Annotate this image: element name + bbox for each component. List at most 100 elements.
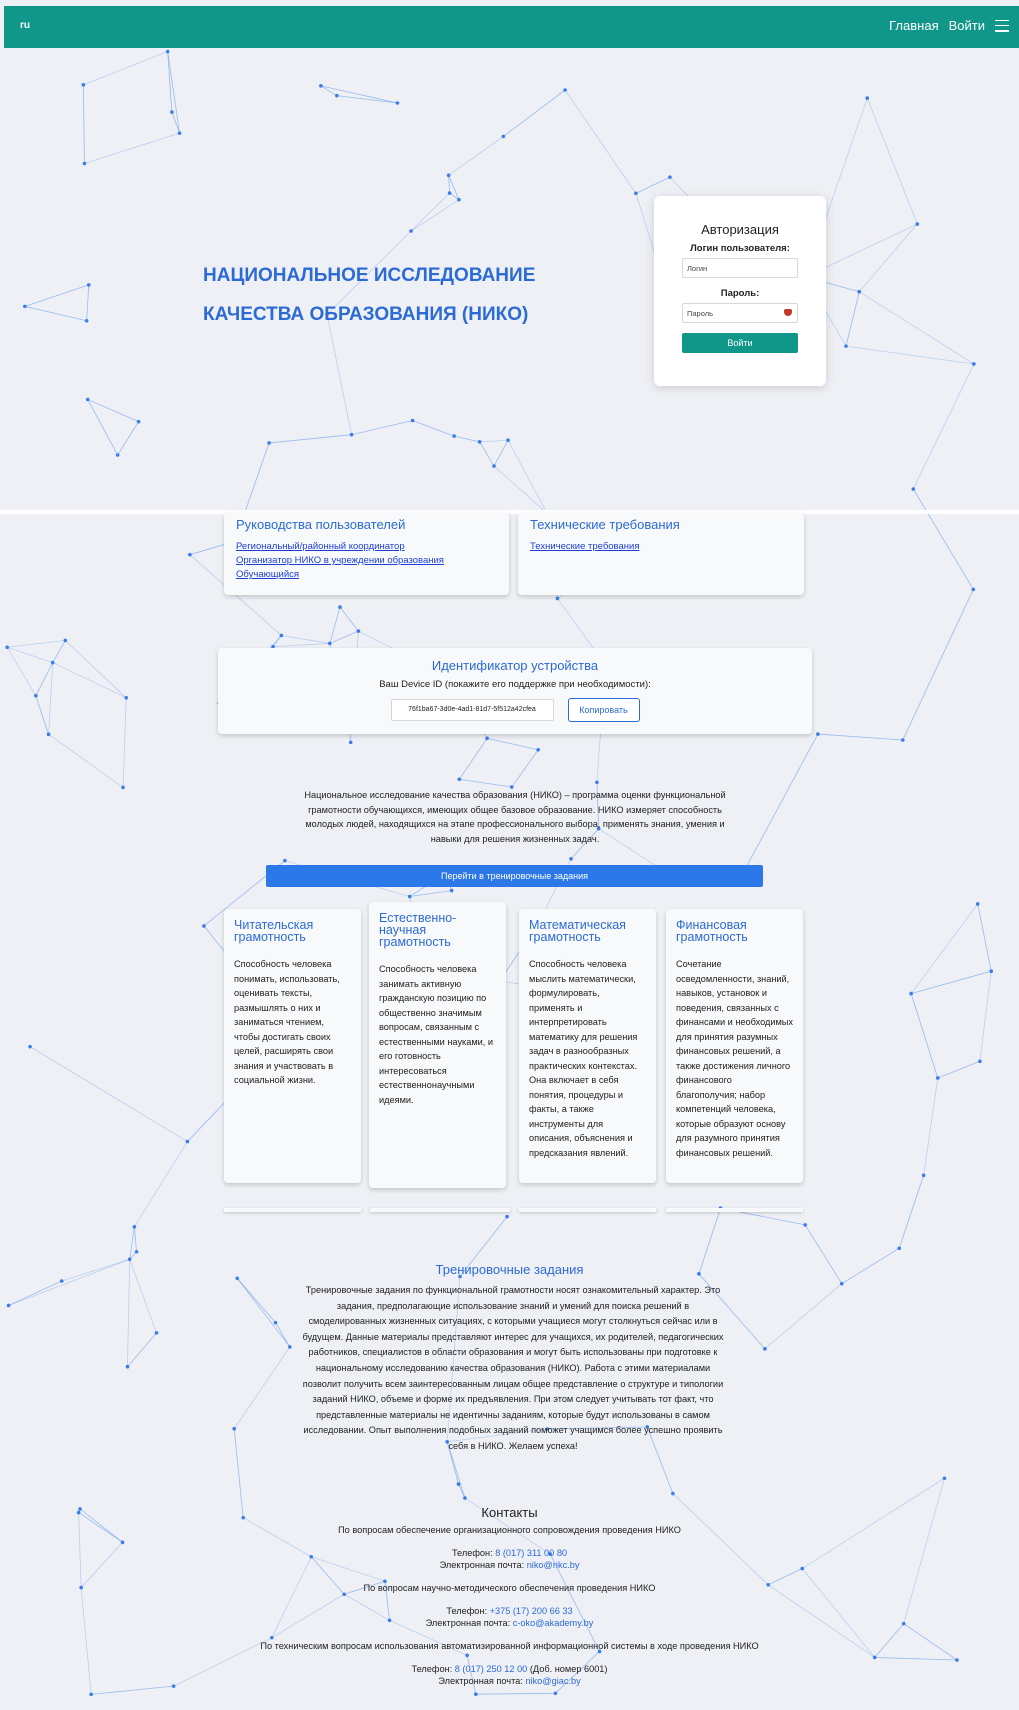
email-label: Электронная почта: [425, 1618, 511, 1628]
network-node [446, 173, 451, 178]
device-id-subtitle: Ваш Device ID (покажите его поддержке пр… [379, 679, 651, 690]
network-line [912, 363, 975, 490]
network-line [817, 733, 903, 741]
copy-button[interactable]: Копировать [567, 698, 640, 722]
network-line [487, 737, 539, 751]
contacts-section: Контакты По вопросам обеспечение организ… [0, 1505, 1019, 1687]
go-to-training-button[interactable]: Перейти в тренировочные задания [266, 865, 763, 887]
network-node [569, 857, 573, 861]
network-line [329, 606, 341, 644]
skill-card-math: Математическая грамотность Способность ч… [519, 909, 656, 1183]
network-node [177, 131, 182, 135]
network-line [911, 970, 992, 994]
guide-link-organizer[interactable]: Организатор НИКО в учреждении образовани… [236, 554, 497, 568]
card-stub [370, 1208, 510, 1212]
network-node [505, 1214, 509, 1219]
device-id-title: Идентификатор устройства [431, 658, 599, 673]
network-line [858, 223, 918, 292]
contact-phone[interactable]: 8 (017) 311 00 80 [495, 1548, 567, 1558]
contact-email[interactable]: c-oko@akademy.by [513, 1618, 594, 1628]
network-line [412, 420, 455, 437]
password-input[interactable]: Пароль [682, 303, 798, 323]
network-node [202, 924, 206, 928]
network-line [475, 1692, 556, 1695]
guide-link-student[interactable]: Обучающийся [236, 568, 497, 582]
guide-link-coordinator[interactable]: Региональный/районный координатор [236, 540, 497, 554]
network-line [24, 305, 87, 322]
network-line [410, 199, 460, 232]
network-line [845, 291, 860, 347]
network-line [52, 640, 66, 663]
login-button[interactable]: Войти [682, 333, 798, 353]
network-line [336, 95, 398, 104]
network-line [233, 1346, 291, 1429]
network-node [121, 785, 125, 790]
network-node [288, 1345, 292, 1349]
network-line [87, 399, 139, 422]
user-guides-card: Руководства пользователей Региональный/р… [224, 513, 509, 595]
network-node [46, 732, 51, 737]
network-line [91, 1685, 174, 1695]
network-node [935, 1076, 940, 1080]
contact-phone[interactable]: +375 (17) 200 66 33 [490, 1606, 573, 1616]
network-node [457, 777, 462, 782]
contact-phone-line: Телефон: 8 (017) 250 12 00 (Доб. номер 6… [0, 1663, 1019, 1675]
network-node [536, 747, 540, 752]
training-title: Тренировочные задания [435, 1262, 584, 1277]
hero-title: НАЦИОНАЛЬНОЕ ИССЛЕДОВАНИЕ КАЧЕСТВА ОБРАЗ… [203, 265, 536, 325]
network-line [458, 738, 488, 780]
network-node [865, 96, 870, 100]
network-node [188, 552, 192, 557]
network-line [351, 420, 413, 436]
network-node [915, 222, 920, 226]
network-node [668, 175, 672, 179]
device-id-field[interactable]: 76f1ba67-3d0e-4ad1-81d7-5f512a42cfea [390, 699, 554, 721]
network-line [910, 903, 979, 994]
skill-text: Способность человека занимать активную г… [379, 964, 494, 1105]
network-line [273, 643, 330, 648]
tech-requirements-link[interactable]: Технические требования [530, 540, 792, 554]
network-line [764, 1283, 843, 1350]
skill-text: Сочетание осведомленности, знаний, навык… [676, 959, 793, 1158]
contact-email-line: Электронная почта: niko@giac.by [0, 1675, 1019, 1687]
network-line [320, 85, 398, 104]
network-node [553, 1691, 558, 1696]
network-node [803, 1223, 807, 1227]
language-switch[interactable]: ru [20, 20, 30, 31]
skill-card-finance: Финансовая грамотность Сочетание осведом… [666, 909, 803, 1183]
network-node [59, 1279, 64, 1283]
contact-phone[interactable]: 8 (017) 250 12 00 [455, 1664, 528, 1674]
contact-email[interactable]: niko@giac.by [525, 1676, 580, 1686]
tech-requirements-title: Технические требования [530, 517, 680, 532]
network-line [48, 662, 54, 735]
network-node [395, 101, 400, 105]
phone-label: Телефон: [411, 1664, 453, 1674]
network-node [349, 432, 354, 437]
network-node [942, 1476, 947, 1481]
network-line [458, 1483, 466, 1499]
network-node [5, 645, 9, 650]
network-line [134, 1141, 188, 1228]
network-line [745, 733, 819, 868]
network-line [845, 345, 974, 365]
network-line [977, 903, 992, 972]
network-node [909, 991, 913, 996]
network-node [978, 1059, 982, 1064]
nav-login-link[interactable]: Войти [949, 18, 985, 33]
network-node [89, 1692, 93, 1697]
nav-home-link[interactable]: Главная [889, 18, 938, 33]
network-node [506, 438, 510, 443]
network-node [911, 487, 916, 491]
network-node [857, 289, 862, 294]
password-manager-icon[interactable] [784, 309, 792, 316]
contact-email[interactable]: niko@rikc.by [527, 1560, 580, 1570]
network-line [236, 1278, 291, 1348]
network-line [86, 284, 90, 321]
login-input[interactable]: Логин [682, 258, 798, 278]
menu-icon[interactable] [995, 19, 1009, 32]
network-node [492, 464, 496, 468]
contact-question: По вопросам научно-методического обеспеч… [363, 1583, 656, 1593]
network-node [452, 434, 456, 438]
contact-email-line: Электронная почта: niko@rikc.by [0, 1559, 1019, 1571]
network-node [634, 191, 638, 196]
